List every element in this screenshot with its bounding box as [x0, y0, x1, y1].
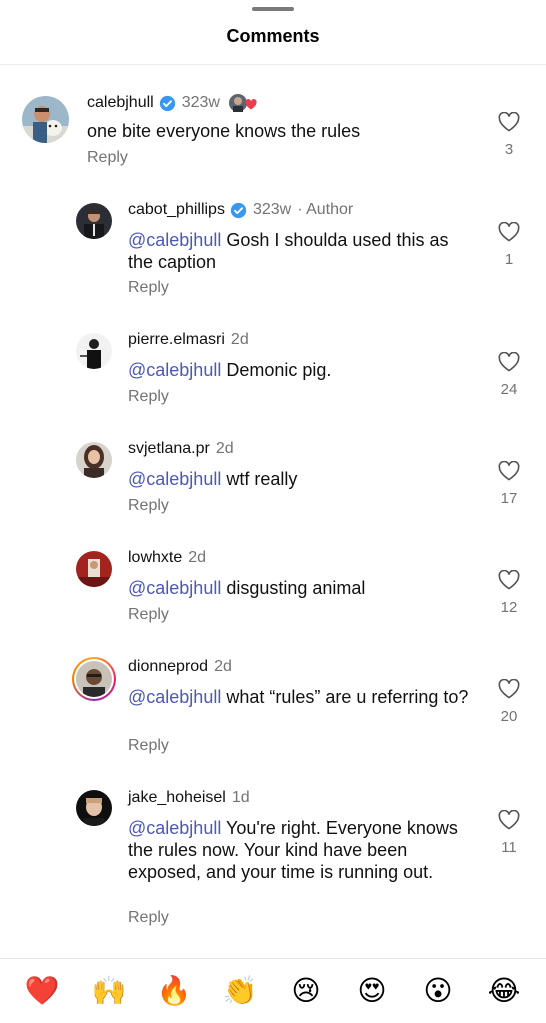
- crying-face-emoji-icon[interactable]: 😢: [286, 975, 326, 1007]
- comment-username[interactable]: svjetlana.pr: [128, 440, 210, 458]
- comment-text: what “rules” are u referring to?: [221, 687, 469, 707]
- comment-text: Demonic pig.: [221, 360, 332, 380]
- comment-mention[interactable]: @calebjhull: [128, 818, 221, 838]
- emoji-reaction-bar: ❤️ 🙌 🔥 👏 😢 😍 😮 😂: [0, 958, 546, 1023]
- avatar[interactable]: [76, 333, 112, 369]
- comment-timestamp: 323w: [252, 201, 292, 218]
- heart-icon[interactable]: [498, 461, 520, 481]
- heart-icon[interactable]: [498, 112, 520, 132]
- like-count: 11: [501, 839, 517, 856]
- raising-hands-emoji-icon[interactable]: 🙌: [89, 975, 129, 1007]
- avatar[interactable]: [22, 96, 69, 143]
- red-heart-icon: [245, 99, 257, 110]
- tears-of-joy-emoji-icon[interactable]: 😂: [484, 975, 524, 1007]
- drag-handle[interactable]: [252, 7, 294, 11]
- verified-badge-icon: [159, 95, 175, 111]
- comment-mention[interactable]: @calebjhull: [128, 360, 221, 380]
- like-count: 17: [500, 490, 518, 507]
- verified-badge-icon: [230, 202, 247, 218]
- comment-text: wtf really: [221, 469, 298, 489]
- heart-eyes-emoji-icon[interactable]: 😍: [352, 975, 392, 1007]
- reply-button[interactable]: Reply: [128, 279, 169, 297]
- comment-username[interactable]: lowhxte: [128, 549, 182, 567]
- reply-button[interactable]: Reply: [128, 388, 169, 406]
- page-title: Comments: [226, 26, 320, 46]
- comment-text: one bite everyone knows the rules: [87, 121, 361, 141]
- fire-emoji-icon[interactable]: 🔥: [154, 975, 194, 1007]
- comment-timestamp: 2d: [215, 440, 234, 457]
- comment-text: disgusting animal: [221, 578, 366, 598]
- comment-timestamp: 1d: [231, 789, 250, 806]
- heart-icon[interactable]: [498, 679, 520, 699]
- header-divider: [0, 64, 546, 65]
- reply-button[interactable]: Reply: [128, 909, 169, 927]
- author-tag: · Author: [297, 201, 354, 218]
- comment-timestamp: 323w: [181, 94, 220, 111]
- comment-username[interactable]: jake_hoheisel: [128, 789, 226, 807]
- comment-username[interactable]: pierre.elmasri: [128, 331, 225, 349]
- surprised-face-emoji-icon[interactable]: 😮: [418, 975, 458, 1007]
- like-count: 1: [504, 251, 514, 268]
- comment-mention[interactable]: @calebjhull: [128, 578, 221, 598]
- comment-username[interactable]: cabot_phillips: [128, 201, 225, 219]
- reply-button[interactable]: Reply: [128, 497, 169, 515]
- heart-icon[interactable]: [498, 570, 520, 590]
- heart-icon[interactable]: [498, 222, 520, 242]
- comment-username[interactable]: dionneprod: [128, 658, 208, 676]
- liked-by-author-indicator: [228, 93, 257, 113]
- comment-timestamp: 2d: [214, 658, 232, 675]
- like-count: 20: [500, 708, 518, 725]
- heart-icon[interactable]: [498, 352, 520, 372]
- like-count: 24: [500, 381, 518, 398]
- comment-timestamp: 2d: [188, 549, 207, 566]
- comment-username[interactable]: calebjhull: [87, 94, 154, 112]
- avatar[interactable]: [72, 657, 116, 701]
- heart-icon[interactable]: [498, 810, 520, 830]
- avatar[interactable]: [76, 551, 112, 587]
- comment-mention[interactable]: @calebjhull: [128, 687, 221, 707]
- avatar[interactable]: [76, 203, 112, 239]
- like-count: 12: [500, 599, 518, 616]
- clapping-hands-emoji-icon[interactable]: 👏: [220, 975, 260, 1007]
- comment-mention[interactable]: @calebjhull: [128, 469, 221, 489]
- avatar[interactable]: [76, 442, 112, 478]
- like-count: 3: [504, 141, 514, 158]
- reply-button[interactable]: Reply: [87, 149, 128, 167]
- avatar[interactable]: [76, 790, 112, 826]
- reply-button[interactable]: Reply: [128, 606, 169, 624]
- comments-sheet: Comments calebjhull 323w one bite everyo…: [0, 0, 546, 1023]
- comment-mention[interactable]: @calebjhull: [128, 230, 221, 250]
- heart-emoji-icon[interactable]: ❤️: [22, 975, 62, 1007]
- reply-button[interactable]: Reply: [128, 737, 169, 755]
- comment-timestamp: 2d: [230, 331, 249, 348]
